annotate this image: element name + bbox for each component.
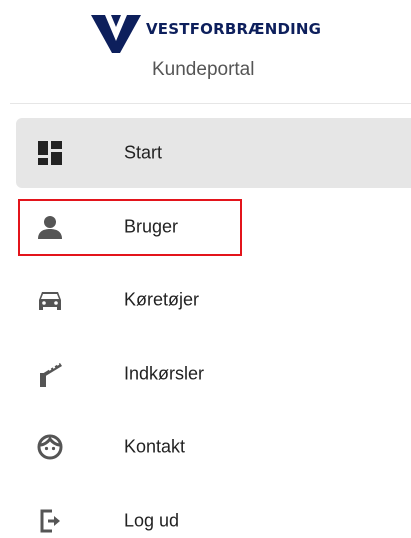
nav-item-start[interactable]: Start [16, 118, 411, 188]
brand-logo-text: VESTFORBRÆNDING [146, 20, 322, 38]
face-icon [34, 431, 66, 463]
car-icon [34, 284, 66, 316]
nav-item-indkorsler[interactable]: Indkørsler [16, 339, 411, 409]
nav-item-kontakt[interactable]: Kontakt [16, 412, 411, 482]
portal-name: Kundeportal [152, 59, 255, 80]
nav-item-bruger[interactable]: Bruger [16, 192, 411, 262]
nav-item-label: Kontakt [124, 436, 186, 457]
brand-header: VESTFORBRÆNDING Kundeportal [0, 8, 411, 88]
nav-item-koretojer[interactable]: Køretøjer [16, 265, 411, 335]
barrier-gate-icon [34, 358, 66, 390]
nav-item-label: Log ud [124, 510, 180, 531]
nav-item-label: Bruger [124, 216, 179, 237]
nav-item-log-ud[interactable]: Log ud [16, 486, 411, 538]
nav-item-label: Indkørsler [124, 363, 205, 384]
dashboard-icon [34, 137, 66, 169]
sidebar: VESTFORBRÆNDING Kundeportal Start Bruger [0, 0, 411, 538]
logout-icon [34, 505, 66, 537]
nav-item-label: Start [124, 142, 163, 163]
header-divider [10, 103, 411, 104]
vestforbraending-logo-icon [91, 15, 141, 53]
nav-item-label: Køretøjer [124, 289, 200, 310]
user-icon [34, 211, 66, 243]
